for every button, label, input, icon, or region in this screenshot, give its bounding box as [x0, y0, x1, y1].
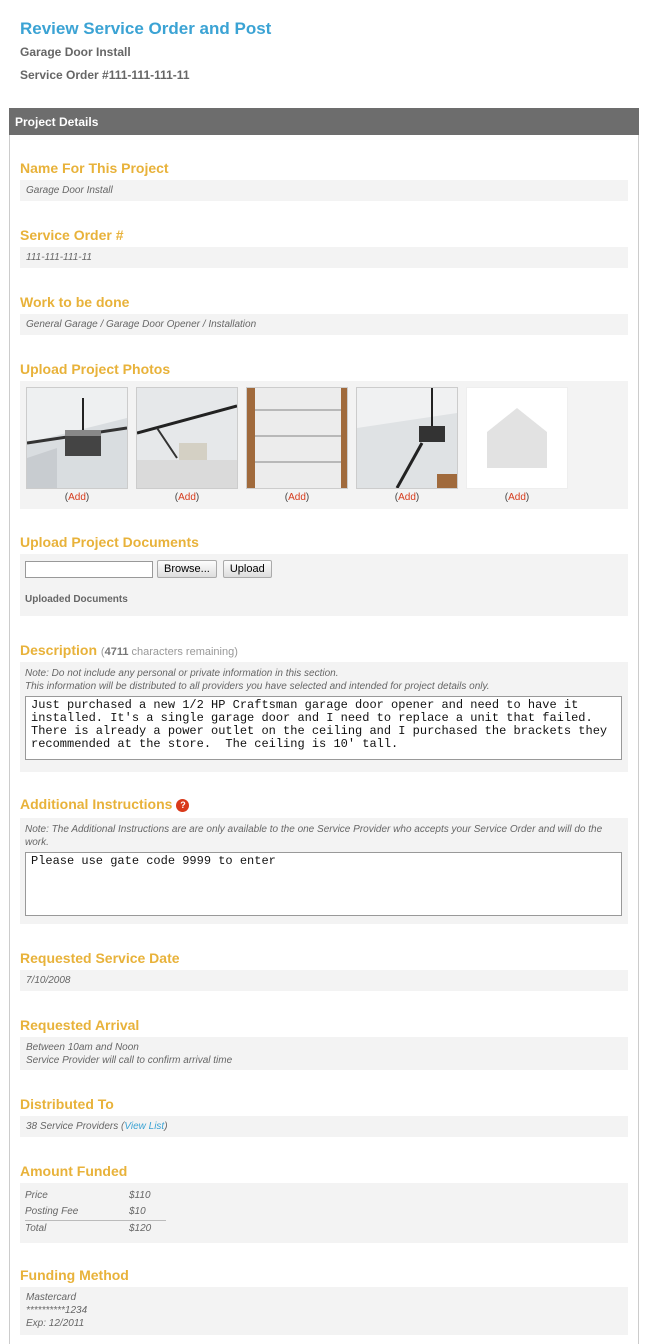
funding-value: Mastercard **********1234 Exp: 12/2011 [26, 1292, 88, 1329]
documents-box: Browse... Upload Uploaded Documents [20, 554, 628, 616]
instructions-heading: Additional Instructions? [20, 796, 190, 812]
amount-heading: Amount Funded [20, 1163, 128, 1179]
photo-placeholder-icon[interactable] [466, 387, 568, 489]
photo-thumbnail[interactable] [136, 387, 238, 489]
photo-row: (Add) (Add) (Add) (Add) (Add) [20, 381, 628, 503]
page-header: Review Service Order and Post Garage Doo… [20, 18, 271, 83]
photos-heading: Upload Project Photos [20, 361, 171, 377]
distributed-box: 38 Service Providers (View List) [20, 1116, 628, 1137]
photo-slot-2: (Add) [136, 387, 238, 503]
arrival-box: Between 10am and Noon Service Provider w… [20, 1037, 628, 1070]
file-path-input[interactable] [25, 560, 153, 578]
date-value: 7/10/2008 [26, 975, 71, 986]
page-title: Review Service Order and Post [20, 19, 272, 38]
name-box: Garage Door Install [20, 180, 628, 201]
description-textarea[interactable]: Just purchased a new 1/2 HP Craftsman ga… [25, 696, 622, 760]
amount-box: Price $110 Posting Fee $10 Total $120 [20, 1183, 628, 1243]
description-box: Note: Do not include any personal or pri… [20, 662, 628, 772]
characters-remaining: (4711 characters remaining) [100, 646, 238, 658]
photos-box: (Add) (Add) (Add) (Add) (Add) [20, 381, 628, 509]
description-note: Note: Do not include any personal or pri… [25, 668, 490, 692]
uploaded-documents-label: Uploaded Documents [25, 594, 128, 605]
funding-box: Mastercard **********1234 Exp: 12/2011 [20, 1287, 628, 1335]
date-box: 7/10/2008 [20, 970, 628, 991]
description-heading: Description (4711 characters remaining) [20, 642, 238, 658]
documents-heading: Upload Project Documents [20, 534, 199, 550]
order-subtitle: Service Order #111-111-111-11 [20, 68, 190, 82]
photo-slot-4: (Add) [356, 387, 458, 503]
amount-row-total: Total $120 [25, 1220, 166, 1237]
photo-slot-5: (Add) [466, 387, 568, 503]
amount-table: Price $110 Posting Fee $10 Total $120 [20, 1183, 628, 1242]
browse-button[interactable]: Browse... [157, 560, 217, 578]
photo-thumbnail[interactable] [26, 387, 128, 489]
order-value: 111-111-111-11 [26, 252, 92, 263]
upload-button[interactable]: Upload [222, 560, 272, 578]
arrival-value: Between 10am and Noon Service Provider w… [26, 1042, 233, 1066]
upload-row: Browse... Upload [20, 554, 628, 584]
distributed-heading: Distributed To [20, 1096, 114, 1112]
work-box: General Garage / Garage Door Opener / In… [20, 314, 628, 335]
date-heading: Requested Service Date [20, 950, 180, 966]
instructions-note: Note: The Additional Instructions are ar… [25, 824, 603, 848]
name-value: Garage Door Install [26, 185, 113, 196]
arrival-heading: Requested Arrival [20, 1017, 140, 1033]
photo-slot-1: (Add) [26, 387, 128, 503]
add-photo-link[interactable]: (Add) [26, 492, 128, 503]
help-icon[interactable]: ? [176, 799, 190, 812]
photo-thumbnail[interactable] [246, 387, 348, 489]
photo-thumbnail[interactable] [356, 387, 458, 489]
work-value: General Garage / Garage Door Opener / In… [26, 319, 257, 330]
add-photo-link[interactable]: (Add) [136, 492, 238, 503]
amount-row-price: Price $110 [25, 1190, 151, 1201]
add-photo-link[interactable]: (Add) [356, 492, 458, 503]
instructions-box: Note: The Additional Instructions are ar… [20, 818, 628, 924]
work-heading: Work to be done [20, 294, 130, 310]
name-heading: Name For This Project [20, 160, 169, 176]
panel-title: Project Details [9, 108, 639, 135]
distributed-value: 38 Service Providers (View List) [26, 1121, 168, 1132]
order-heading: Service Order # [20, 227, 124, 243]
instructions-textarea[interactable]: Please use gate code 9999 to enter [25, 852, 622, 916]
photo-slot-3: (Add) [246, 387, 348, 503]
add-photo-link[interactable]: (Add) [246, 492, 348, 503]
order-box: 111-111-111-11 [20, 247, 628, 268]
project-subtitle: Garage Door Install [20, 45, 131, 59]
view-list-link[interactable]: View List [124, 1121, 164, 1132]
funding-heading: Funding Method [20, 1267, 129, 1283]
add-photo-link[interactable]: (Add) [466, 492, 568, 503]
amount-row-fee: Posting Fee $10 [25, 1206, 146, 1217]
